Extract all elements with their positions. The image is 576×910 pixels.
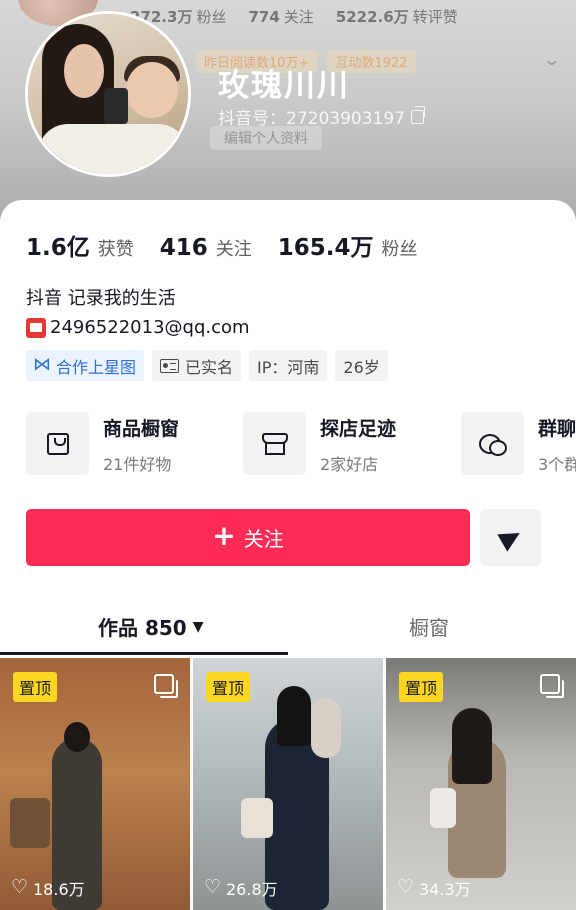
ghost-edit-profile: 编辑个人资料 bbox=[210, 126, 322, 150]
group-chat-icon bbox=[478, 432, 507, 456]
shopping-bag-icon bbox=[46, 432, 69, 455]
video-thumbnail[interactable]: 置顶 34.3万 bbox=[386, 658, 576, 910]
message-button[interactable] bbox=[480, 509, 541, 566]
plus-icon: + bbox=[212, 519, 236, 552]
service-store-visits[interactable]: 探店足迹 2家好店 bbox=[243, 412, 396, 475]
follow-button[interactable]: + 关注 bbox=[26, 509, 470, 566]
profile-card: 1.6亿 获赞 416 关注 165.4万 粉丝 抖音 记录我的生活 24965… bbox=[0, 200, 576, 658]
profile-header: 272.3万粉丝 774关注 5222.6万转评赞 昨日阅读数10万+ 互动数1… bbox=[0, 0, 576, 230]
tab-works[interactable]: 作品 850 ▼ bbox=[98, 612, 204, 641]
pinned-badge: 置顶 bbox=[399, 672, 444, 702]
video-thumbnail[interactable]: 置顶 26.8万 bbox=[193, 658, 383, 910]
caret-down-icon: ▼ bbox=[192, 618, 204, 635]
star-map-icon bbox=[33, 354, 51, 375]
following-count[interactable]: 416 bbox=[160, 235, 208, 261]
video-likes: 18.6万 bbox=[11, 876, 85, 900]
services-row: 商品橱窗 21件好物 探店足迹 2家好店 群聊 3个群 bbox=[26, 412, 576, 482]
heart-icon bbox=[11, 876, 28, 898]
followers-label: 粉丝 bbox=[381, 239, 418, 260]
followers-count[interactable]: 165.4万 bbox=[278, 228, 374, 262]
heart-icon bbox=[204, 876, 221, 898]
tag-age: 26岁 bbox=[335, 350, 388, 381]
likes-label: 获赞 bbox=[97, 239, 134, 260]
likes-count[interactable]: 1.6亿 bbox=[26, 228, 90, 262]
store-icon bbox=[261, 432, 288, 455]
tab-showcase[interactable]: 橱窗 bbox=[409, 612, 449, 641]
bio-email-row: 2496522013@qq.com bbox=[26, 313, 250, 342]
tag-row: 合作上星图 已实名 IP：河南 26岁 bbox=[26, 350, 388, 381]
profile-name: 玫瑰川川 bbox=[218, 68, 350, 104]
douyin-id[interactable]: 抖音号：27203903197 bbox=[218, 104, 425, 129]
chevron-down-icon: ⌄ bbox=[541, 50, 561, 69]
tag-verified: 已实名 bbox=[152, 350, 242, 381]
copy-icon[interactable] bbox=[410, 105, 425, 124]
avatar[interactable] bbox=[25, 11, 191, 177]
bio-line: 抖音 记录我的生活 bbox=[26, 288, 176, 309]
id-card-icon bbox=[160, 358, 180, 373]
multi-image-icon bbox=[154, 674, 178, 698]
following-label: 关注 bbox=[215, 239, 252, 260]
send-icon bbox=[496, 523, 525, 552]
tag-ip: IP：河南 bbox=[249, 350, 328, 381]
bio: 抖音 记录我的生活 2496522013@qq.com bbox=[26, 284, 250, 342]
pinned-badge: 置顶 bbox=[206, 672, 251, 702]
multi-image-icon bbox=[540, 674, 564, 698]
mailbox-icon bbox=[26, 317, 46, 338]
video-grid: 置顶 18.6万 置顶 26.8万 置顶 34.3万 bbox=[0, 658, 576, 910]
pinned-badge: 置顶 bbox=[13, 672, 58, 702]
video-likes: 34.3万 bbox=[397, 876, 471, 900]
tag-cooperation[interactable]: 合作上星图 bbox=[26, 350, 145, 381]
tab-underline bbox=[0, 652, 288, 655]
bio-email: 2496522013@qq.com bbox=[50, 317, 250, 338]
service-showcase[interactable]: 商品橱窗 21件好物 bbox=[26, 412, 179, 475]
content-tabs: 作品 850 ▼ 橱窗 bbox=[0, 600, 576, 656]
heart-icon bbox=[397, 876, 414, 898]
video-likes: 26.8万 bbox=[204, 876, 278, 900]
stats-row: 1.6亿 获赞 416 关注 165.4万 粉丝 bbox=[26, 228, 444, 262]
video-thumbnail[interactable]: 置顶 18.6万 bbox=[0, 658, 190, 910]
service-group-chat[interactable]: 群聊 3个群 bbox=[461, 412, 576, 475]
